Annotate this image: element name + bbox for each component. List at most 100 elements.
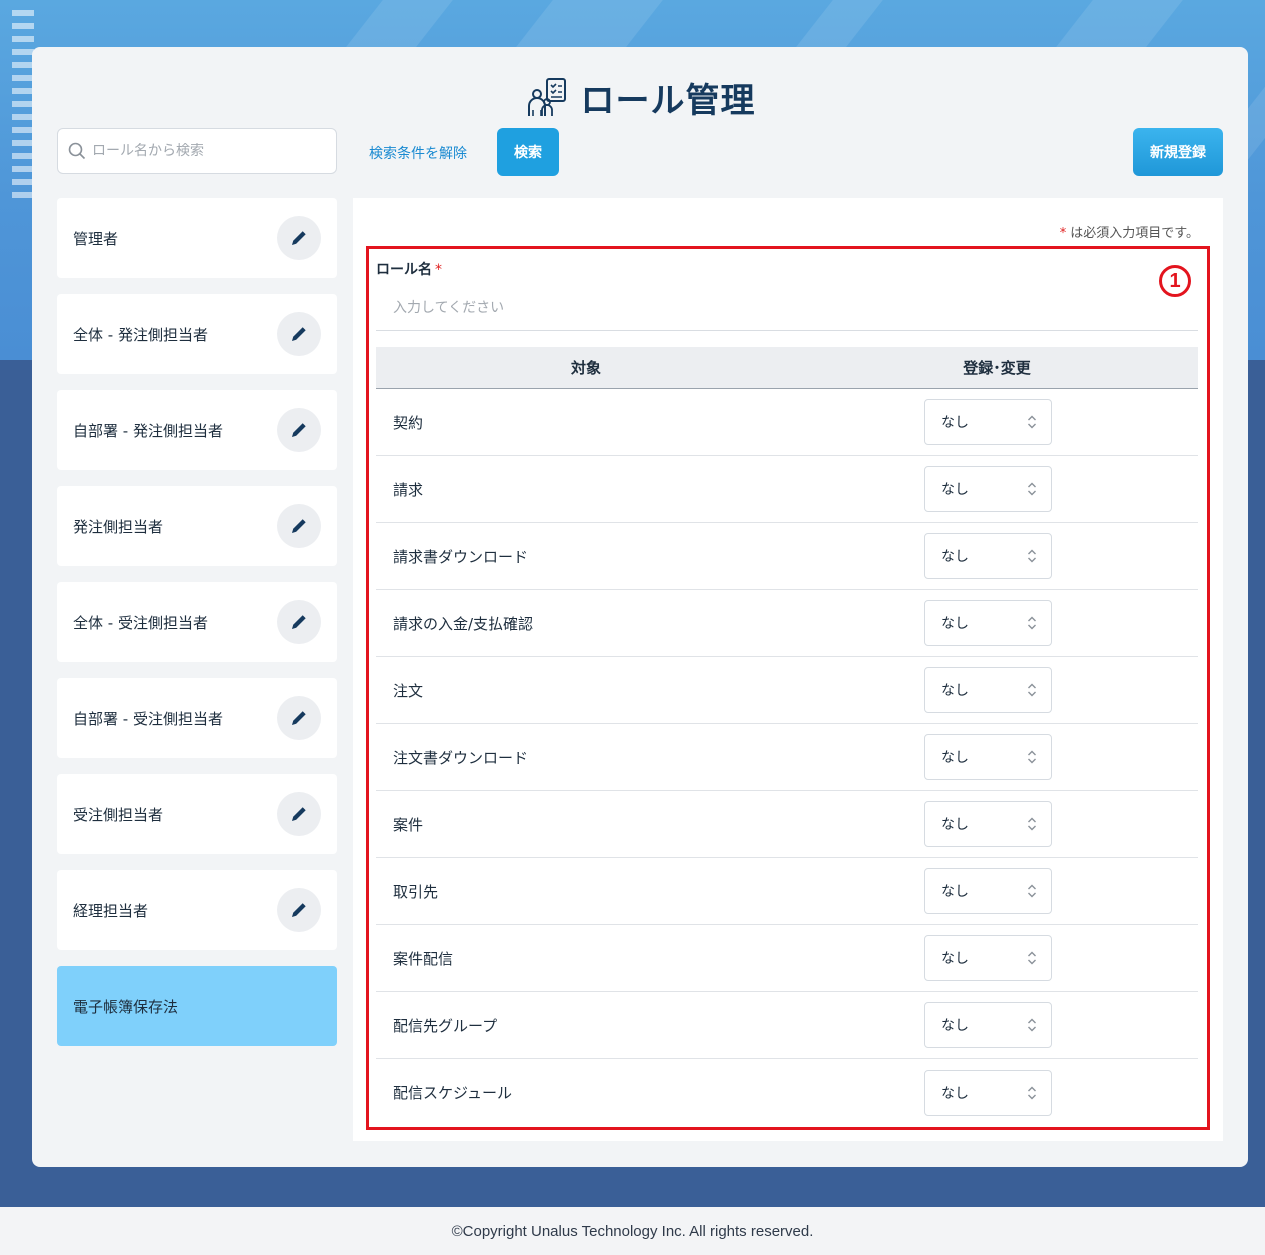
role-item-label: 自部署 - 受注側担当者 — [73, 709, 223, 728]
role-name-input[interactable] — [376, 285, 1198, 331]
annotation-highlight-box: 1 ロール名* 対象 登録･変更 契約 なし 請求 なし — [366, 246, 1210, 1130]
select-value: なし — [941, 1085, 969, 1102]
copyright-text: ©Copyright Unalus Technology Inc. All ri… — [451, 1222, 814, 1240]
role-item-label: 電子帳簿保存法 — [73, 997, 179, 1016]
permission-select[interactable]: なし — [924, 734, 1052, 780]
row-target-label: 注文書ダウンロード — [393, 748, 529, 767]
role-item[interactable]: 受注側担当者 — [57, 774, 337, 854]
role-name-label-text: ロール名 — [376, 262, 432, 278]
role-item-label: 全体 - 受注側担当者 — [73, 613, 208, 632]
row-target-label: 案件 — [393, 815, 424, 834]
select-value: なし — [941, 817, 969, 833]
role-edit-panel: *は必須入力項目です。 1 ロール名* 対象 登録･変更 契約 なし 請求 — [353, 198, 1223, 1141]
edit-role-button[interactable] — [277, 888, 321, 932]
role-item[interactable]: 全体 - 受注側担当者 — [57, 582, 337, 662]
role-name-label: ロール名 * — [376, 259, 442, 279]
row-target-label: 請求 — [393, 480, 424, 499]
edit-role-button[interactable] — [277, 792, 321, 836]
chevron-up-down-icon — [1028, 549, 1036, 563]
chevron-up-down-icon — [1028, 616, 1036, 630]
chevron-up-down-icon — [1028, 750, 1036, 764]
permission-select[interactable]: なし — [924, 667, 1052, 713]
role-item-label: 自部署 - 発注側担当者 — [73, 421, 223, 440]
table-row: 請求 なし — [376, 456, 1198, 523]
pencil-icon — [292, 327, 306, 341]
required-mark: * — [1059, 226, 1067, 241]
permission-select[interactable]: なし — [924, 600, 1052, 646]
role-item[interactable]: 全体 - 発注側担当者 — [57, 294, 337, 374]
role-item[interactable]: 発注側担当者 — [57, 486, 337, 566]
permission-select[interactable]: なし — [924, 935, 1052, 981]
permission-table-body: 契約 なし 請求 なし 請求書ダウンロード なし 請求の入金/支払確認 なし 注… — [376, 389, 1198, 1126]
column-header-target: 対象 — [570, 359, 601, 377]
role-item[interactable]: 管理者 — [57, 198, 337, 278]
chevron-up-down-icon — [1028, 951, 1036, 965]
role-item[interactable]: 自部署 - 発注側担当者 — [57, 390, 337, 470]
select-value: なし — [941, 884, 969, 900]
column-header-permission: 登録･変更 — [963, 359, 1031, 377]
edit-role-button[interactable] — [277, 600, 321, 644]
pencil-icon — [292, 423, 306, 437]
edit-role-button[interactable] — [277, 408, 321, 452]
role-item-label: 経理担当者 — [73, 901, 149, 920]
row-target-label: 案件配信 — [393, 949, 454, 968]
row-target-label: 取引先 — [393, 882, 439, 901]
role-item[interactable]: 自部署 - 受注側担当者 — [57, 678, 337, 758]
edit-role-button[interactable] — [277, 504, 321, 548]
footer: ©Copyright Unalus Technology Inc. All ri… — [0, 1207, 1265, 1255]
chevron-up-down-icon — [1028, 415, 1036, 429]
pencil-icon — [292, 615, 306, 629]
role-item-label: 受注側担当者 — [73, 805, 164, 824]
search-icon — [68, 142, 86, 160]
required-note: * は必須入力項目です。 — [1060, 222, 1199, 241]
role-item[interactable]: 経理担当者 — [57, 870, 337, 950]
row-target-label: 契約 — [393, 413, 424, 432]
table-row: 契約 なし — [376, 389, 1198, 456]
table-row: 案件 なし — [376, 791, 1198, 858]
permission-select[interactable]: なし — [924, 1002, 1052, 1048]
search-button[interactable]: 検索 — [497, 128, 559, 176]
row-target-label: 請求の入金/支払確認 — [393, 614, 534, 633]
permission-table-header: 対象 登録･変更 — [376, 347, 1198, 389]
table-row: 案件配信 なし — [376, 925, 1198, 992]
table-row: 注文書ダウンロード なし — [376, 724, 1198, 791]
row-target-label: 配信スケジュール — [393, 1084, 512, 1102]
pencil-icon — [292, 231, 306, 245]
permission-select[interactable]: なし — [924, 533, 1052, 579]
chevron-up-down-icon — [1028, 482, 1036, 496]
search-box[interactable] — [57, 128, 337, 174]
pencil-icon — [292, 807, 306, 821]
role-item-label: 発注側担当者 — [73, 517, 164, 536]
select-value: なし — [941, 549, 969, 565]
permission-select[interactable]: なし — [924, 1069, 1052, 1116]
main-card: ロール管理 検索条件を解除 検索 新規登録 管理者 全体 - 発注側担当者 自部… — [32, 47, 1248, 1167]
select-value: なし — [941, 482, 969, 498]
edit-role-button[interactable] — [277, 312, 321, 356]
permission-select[interactable]: なし — [924, 466, 1052, 512]
role-item-selected[interactable]: 電子帳簿保存法 — [57, 966, 337, 1046]
select-value: なし — [941, 951, 969, 967]
row-target-label: 配信先グループ — [393, 1016, 498, 1035]
role-item-label: 全体 - 発注側担当者 — [73, 325, 208, 344]
required-mark: * — [435, 262, 442, 278]
permission-select[interactable]: なし — [924, 801, 1052, 847]
search-input[interactable] — [92, 143, 322, 159]
permission-select[interactable]: なし — [924, 868, 1052, 914]
pencil-icon — [292, 711, 306, 725]
table-row: 請求の入金/支払確認 なし — [376, 590, 1198, 657]
edit-role-button[interactable] — [277, 216, 321, 260]
chevron-up-down-icon — [1028, 1086, 1036, 1099]
table-row: 取引先 なし — [376, 858, 1198, 925]
permission-select[interactable]: なし — [924, 399, 1052, 445]
row-target-label: 請求書ダウンロード — [393, 547, 529, 566]
role-management-icon — [527, 77, 566, 116]
edit-role-button[interactable] — [277, 696, 321, 740]
background-bars — [12, 10, 34, 205]
new-register-button[interactable]: 新規登録 — [1133, 128, 1223, 176]
select-value: なし — [941, 616, 969, 632]
clear-search-link[interactable]: 検索条件を解除 — [369, 143, 467, 163]
select-value: なし — [941, 415, 969, 431]
role-list: 管理者 全体 - 発注側担当者 自部署 - 発注側担当者 発注側担当者 全体 -… — [57, 198, 337, 1062]
select-value: なし — [941, 750, 969, 766]
chevron-up-down-icon — [1028, 817, 1036, 831]
